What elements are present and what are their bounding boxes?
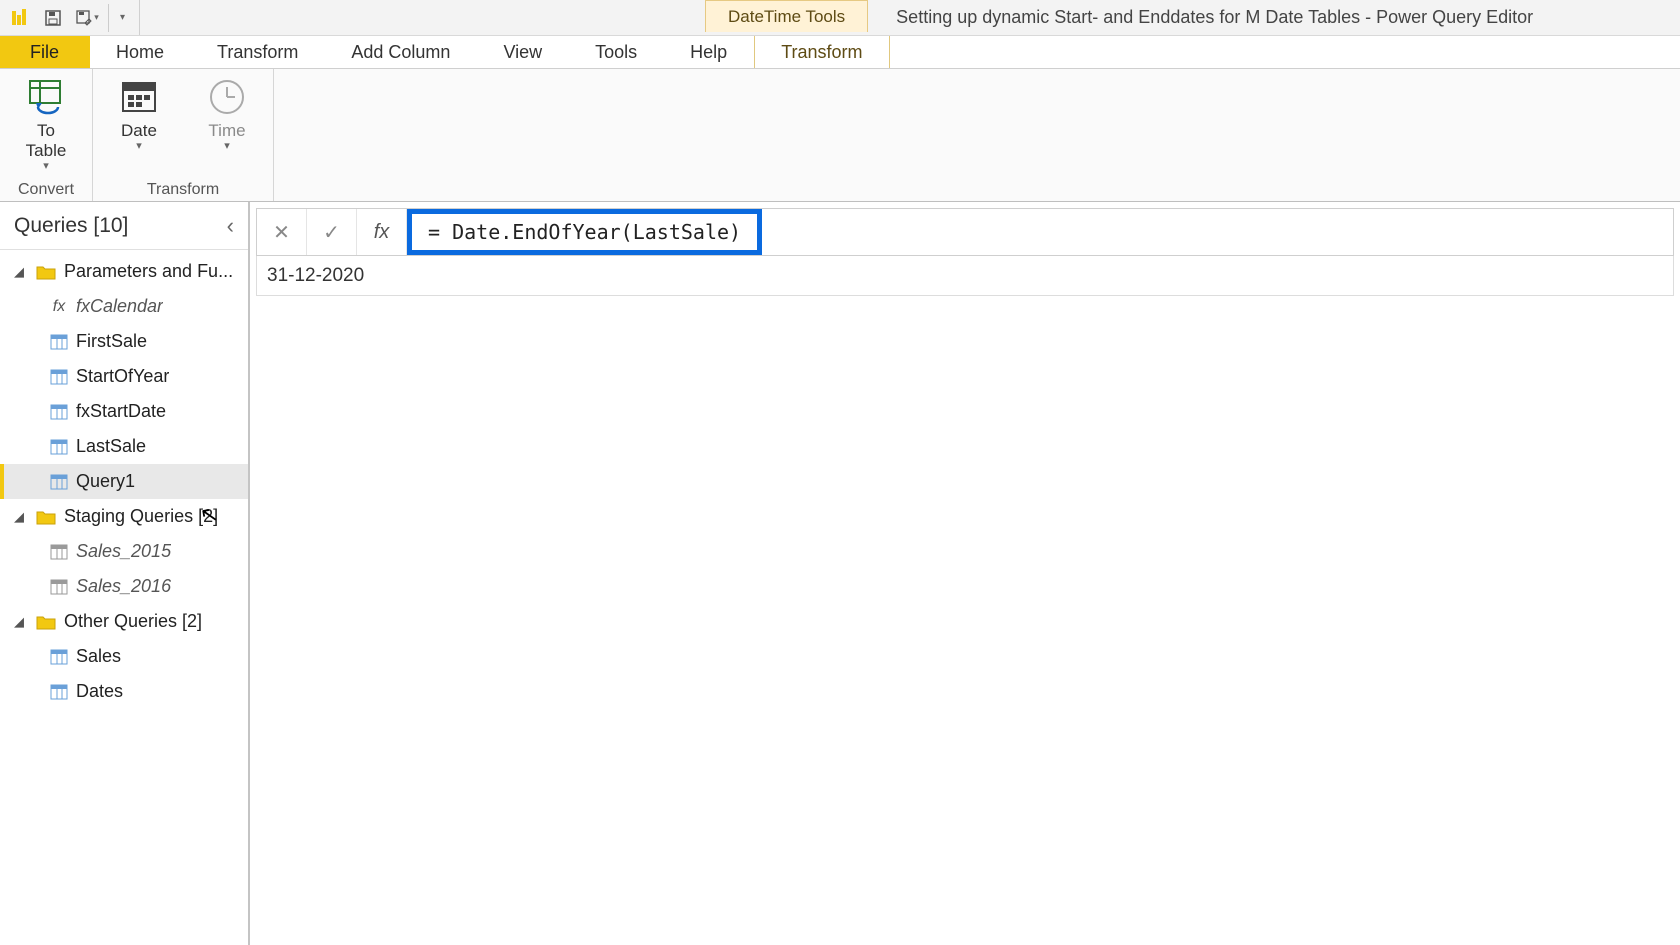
time-label: Time	[208, 121, 245, 141]
query-firstsale-label: FirstSale	[76, 331, 147, 352]
query-sales2015-label: Sales_2015	[76, 541, 171, 562]
queries-tree: ◢ Parameters and Fu... fx fxCalendar Fir…	[0, 250, 248, 713]
folder-parameters-label: Parameters and Fu...	[64, 261, 233, 282]
save-as-icon[interactable]: ▾	[73, 4, 101, 32]
table-icon	[50, 649, 68, 665]
function-icon: fx	[50, 298, 68, 316]
queries-header-label: Queries [10]	[14, 214, 128, 238]
folder-staging-label: Staging Queries [2]	[64, 506, 218, 527]
time-button[interactable]: Time	[193, 75, 261, 152]
folder-icon	[36, 614, 56, 630]
folder-icon	[36, 509, 56, 525]
qat-customize-icon[interactable]: ▾	[108, 4, 136, 32]
commit-formula-icon[interactable]: ✓	[307, 209, 357, 255]
caret-collapsed-icon[interactable]: ◢	[14, 264, 28, 280]
query-lastsale[interactable]: LastSale	[0, 429, 248, 464]
folder-other-label: Other Queries [2]	[64, 611, 202, 632]
tab-transform[interactable]: Transform	[191, 36, 325, 68]
formula-input[interactable]: = Date.EndOfYear(LastSale)	[407, 209, 1673, 255]
document-title: Setting up dynamic Start- and Enddates f…	[868, 0, 1533, 35]
query-startofyear-label: StartOfYear	[76, 366, 169, 387]
save-icon[interactable]	[39, 4, 67, 32]
tab-help[interactable]: Help	[664, 36, 754, 68]
query-sales-label: Sales	[76, 646, 121, 667]
query-sales2015[interactable]: Sales_2015	[0, 534, 248, 569]
query-sales2016-label: Sales_2016	[76, 576, 171, 597]
folder-parameters[interactable]: ◢ Parameters and Fu...	[0, 254, 248, 289]
queries-panel-header: Queries [10] ‹	[0, 202, 248, 250]
ribbon: To Table Convert Date	[0, 69, 1680, 202]
collapse-panel-icon[interactable]: ‹	[227, 213, 234, 239]
query-fxcalendar[interactable]: fx fxCalendar	[0, 289, 248, 324]
query-sales[interactable]: Sales	[0, 639, 248, 674]
result-value: 31-12-2020	[256, 256, 1674, 296]
table-icon	[50, 474, 68, 490]
ribbon-group-transform: Date Time Transform	[93, 69, 274, 201]
table-icon	[50, 369, 68, 385]
table-icon	[50, 404, 68, 420]
table-icon	[50, 334, 68, 350]
to-table-button[interactable]: To Table	[12, 75, 80, 172]
table-icon	[50, 684, 68, 700]
formula-text[interactable]: = Date.EndOfYear(LastSale)	[407, 209, 762, 255]
caret-collapsed-icon[interactable]: ◢	[14, 614, 28, 630]
tab-add-column[interactable]: Add Column	[325, 36, 477, 68]
cancel-formula-icon[interactable]: ✕	[257, 209, 307, 255]
query-fxstartdate[interactable]: fxStartDate	[0, 394, 248, 429]
table-icon	[50, 439, 68, 455]
query-dates[interactable]: Dates	[0, 674, 248, 709]
contextual-tab-label: DateTime Tools	[705, 0, 868, 32]
app-icon	[5, 4, 33, 32]
query-lastsale-label: LastSale	[76, 436, 146, 457]
to-table-label: To Table	[26, 121, 67, 161]
group-transform-title: Transform	[147, 181, 219, 199]
ribbon-group-convert: To Table Convert	[0, 69, 93, 201]
ribbon-tab-strip: File Home Transform Add Column View Tool…	[0, 36, 1680, 69]
date-label: Date	[121, 121, 157, 141]
tab-home[interactable]: Home	[90, 36, 191, 68]
query-query1[interactable]: Query1	[0, 464, 248, 499]
tab-tools[interactable]: Tools	[569, 36, 664, 68]
query-fxcalendar-label: fxCalendar	[76, 296, 163, 317]
date-button[interactable]: Date	[105, 75, 173, 152]
caret-collapsed-icon[interactable]: ◢	[14, 509, 28, 525]
fx-icon[interactable]: fx	[357, 209, 407, 255]
query-firstsale[interactable]: FirstSale	[0, 324, 248, 359]
query-sales2016[interactable]: Sales_2016	[0, 569, 248, 604]
formula-bar: ✕ ✓ fx = Date.EndOfYear(LastSale)	[256, 208, 1674, 256]
query-query1-label: Query1	[76, 471, 135, 492]
folder-staging[interactable]: ◢ Staging Queries [2]	[0, 499, 248, 534]
query-dates-label: Dates	[76, 681, 123, 702]
content-area: ✕ ✓ fx = Date.EndOfYear(LastSale) 31-12-…	[250, 202, 1680, 945]
tab-view[interactable]: View	[477, 36, 569, 68]
tab-transform-contextual[interactable]: Transform	[754, 36, 889, 68]
query-startofyear[interactable]: StartOfYear	[0, 359, 248, 394]
folder-icon	[36, 264, 56, 280]
table-icon	[50, 544, 68, 560]
folder-other[interactable]: ◢ Other Queries [2]	[0, 604, 248, 639]
main-area: Queries [10] ‹ ◢ Parameters and Fu... fx…	[0, 202, 1680, 945]
queries-panel: Queries [10] ‹ ◢ Parameters and Fu... fx…	[0, 202, 250, 945]
quick-access-toolbar: ▾ ▾	[0, 0, 140, 35]
group-convert-title: Convert	[18, 181, 74, 199]
table-icon	[50, 579, 68, 595]
query-fxstartdate-label: fxStartDate	[76, 401, 166, 422]
title-bar: ▾ ▾ DateTime Tools Setting up dynamic St…	[0, 0, 1680, 36]
tab-file[interactable]: File	[0, 36, 90, 68]
